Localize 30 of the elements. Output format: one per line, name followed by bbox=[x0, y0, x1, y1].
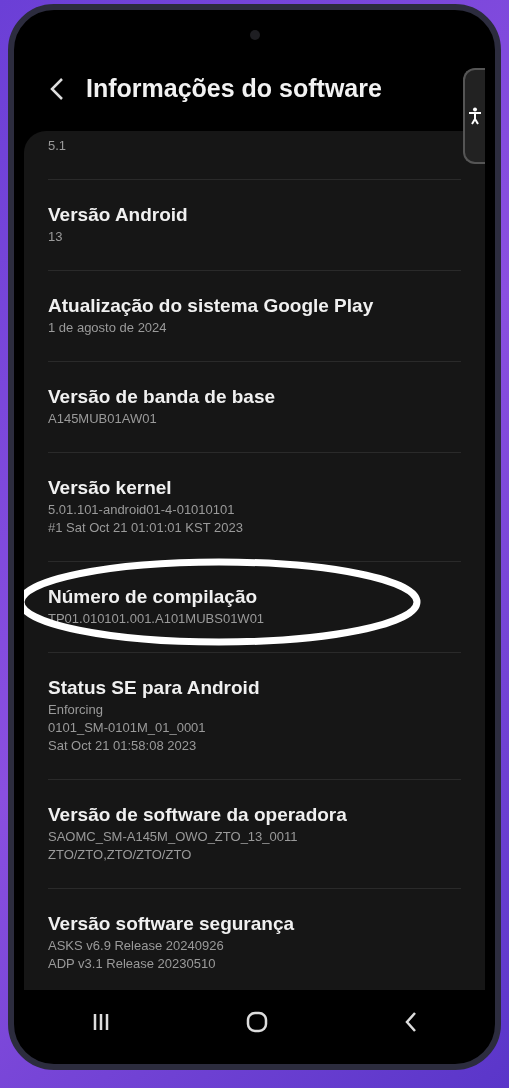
item-value: Sat Oct 21 01:58:08 2023 bbox=[48, 737, 198, 755]
item-value: 5.1 bbox=[48, 137, 68, 155]
item-value: 13 bbox=[48, 228, 64, 246]
screen-title: Informações do software bbox=[86, 74, 382, 103]
home-icon bbox=[245, 1010, 270, 1034]
back-button[interactable] bbox=[50, 76, 64, 101]
item-value: SAOMC_SM-A145M_OWO_ZTO_13_0011 bbox=[48, 828, 299, 846]
item-title: Versão de banda de base bbox=[48, 385, 277, 409]
back-icon bbox=[403, 1011, 418, 1033]
item-value: TP01.010101.001.A101MUBS01W01 bbox=[48, 610, 266, 628]
item-value: 1 de agosto de 2024 bbox=[48, 319, 168, 337]
item-value: A145MUB01AW01 bbox=[48, 410, 158, 428]
accessibility-icon bbox=[468, 107, 482, 125]
back-icon bbox=[50, 76, 64, 101]
item-title: Número de compilação bbox=[48, 585, 259, 609]
camera-dot bbox=[249, 30, 260, 40]
item-title: Versão software segurança bbox=[48, 912, 296, 936]
item-value: Enforcing bbox=[48, 701, 104, 719]
item-title: Status SE para Android bbox=[48, 676, 261, 700]
item-value: ASKS v6.9 Release 20240926 bbox=[48, 937, 225, 955]
item-value: #1 Sat Oct 21 01:01:01 KST 2023 bbox=[48, 519, 244, 537]
item-title: Atualização do sistema Google Play bbox=[48, 294, 375, 318]
item-value: 5.01.101-android01-4-01010101 bbox=[48, 501, 236, 519]
item-title: Versão kernel bbox=[48, 476, 173, 500]
item-value: ZTO/ZTO,ZTO/ZTO/ZTO bbox=[48, 846, 193, 864]
item-title: Versão de software da operadora bbox=[48, 803, 348, 827]
item-title: Versão Android bbox=[48, 203, 189, 227]
item-value: 0101_SM-0101M_01_0001 bbox=[48, 719, 207, 737]
accessibility-button[interactable] bbox=[463, 68, 485, 164]
item-value: ADP v3.1 Release 20230510 bbox=[48, 955, 217, 973]
